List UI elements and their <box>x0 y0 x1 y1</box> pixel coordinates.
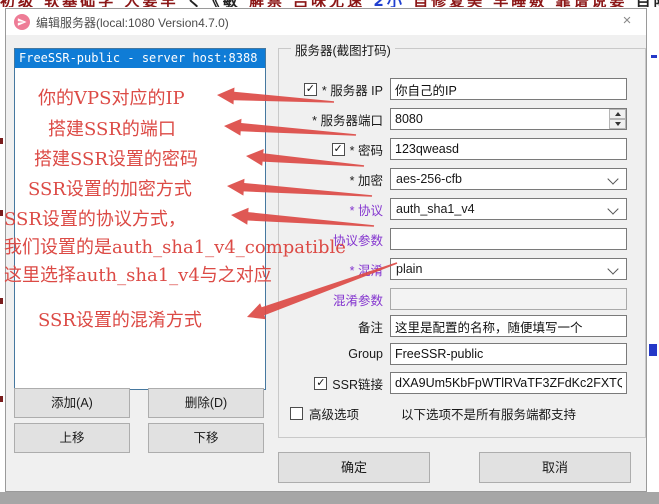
advanced-hint: 以下选项不是所有服务端都支持 <box>401 404 576 423</box>
server-port-label: * 服务器端口 <box>278 110 383 129</box>
background-window-text: 初级 软基础学 人要早 く《敏 解禁 吕味尤速 2小 自修复美 早睡敷 靠谱说要… <box>0 0 659 7</box>
remarks-input[interactable] <box>390 315 627 337</box>
ok-button[interactable]: 确定 <box>278 452 430 483</box>
annotation-protocol-3: 这里选择auth_sha1_v4与之对应 <box>4 261 272 287</box>
server-list-item-selected[interactable]: FreeSSR-public - server host:8388 <box>15 49 265 68</box>
ssr-link-input[interactable] <box>390 372 627 394</box>
password-input[interactable] <box>390 138 627 160</box>
garbled-text: 2小 <box>373 0 404 7</box>
row-group: Group <box>278 343 627 365</box>
row-method: * 加密 aes-256-cfb <box>278 168 627 190</box>
server-port-input[interactable] <box>390 108 627 130</box>
background-artifact <box>0 138 3 144</box>
protocol-select[interactable]: auth_sha1_v4 <box>390 198 627 220</box>
server-port-stepper <box>390 108 627 130</box>
background-artifact <box>0 210 3 216</box>
paper-plane-icon <box>14 14 30 30</box>
method-select[interactable]: aes-256-cfb <box>390 168 627 190</box>
delete-button[interactable]: 删除(D) <box>148 388 264 418</box>
annotation-ip: 你的VPS对应的IP <box>38 84 185 110</box>
garbled-text: 自修复美 早睡敷 靠谱说要 <box>413 0 627 7</box>
title-bar: 编辑服务器(local:1080 Version4.7.0) × <box>6 9 646 35</box>
server-ip-checkbox[interactable]: ✓ <box>304 83 317 96</box>
obfs-param-input[interactable] <box>390 288 627 310</box>
advanced-checkbox[interactable] <box>290 407 303 420</box>
remarks-label: 备注 <box>278 317 383 336</box>
password-label: ✓ * 密码 <box>278 140 383 159</box>
annotation-protocol-2: 我们设置的是auth_sha1_v4_compatible <box>4 233 346 259</box>
close-icon[interactable]: × <box>616 11 638 31</box>
obfs-select[interactable]: plain <box>390 258 627 280</box>
background-artifact <box>0 298 3 304</box>
add-button[interactable]: 添加(A) <box>14 388 130 418</box>
annotation-method: SSR设置的加密方式 <box>28 175 192 201</box>
protocol-label: * 协议 <box>278 200 383 219</box>
garbled-text: く《敏 <box>187 0 241 7</box>
move-up-button[interactable]: 上移 <box>14 423 130 453</box>
ssr-link-label: ✓ SSR链接 <box>278 374 383 393</box>
window-title: 编辑服务器(local:1080 Version4.7.0) <box>36 14 229 31</box>
ssr-link-checkbox[interactable]: ✓ <box>314 377 327 390</box>
annotation-password: 搭建SSR设置的密码 <box>34 145 198 171</box>
group-input[interactable] <box>390 343 627 365</box>
spin-up-icon[interactable] <box>609 109 626 119</box>
garbled-text: 初级 软基础学 人要早 <box>0 0 178 7</box>
background-strip <box>0 492 659 504</box>
garbled-text: 解禁 吕味尤速 <box>249 0 365 7</box>
obfs-label: * 混淆 <box>278 260 383 279</box>
background-artifact <box>649 344 657 356</box>
chevron-down-icon <box>607 263 618 274</box>
row-password: ✓ * 密码 <box>278 138 627 160</box>
row-obfs-param: 混淆参数 <box>278 288 627 310</box>
obfs-param-label: 混淆参数 <box>278 290 383 309</box>
method-label: * 加密 <box>278 170 383 189</box>
row-protocol: * 协议 auth_sha1_v4 <box>278 198 627 220</box>
protocol-param-input[interactable] <box>390 228 627 250</box>
screen: { "window": { "title": "编辑服务器(local:1080… <box>0 0 659 504</box>
row-remarks: 备注 <box>278 315 627 337</box>
password-checkbox[interactable]: ✓ <box>332 143 345 156</box>
annotation-protocol-1: SSR设置的协议方式， <box>4 205 186 231</box>
server-ip-input[interactable] <box>390 78 627 100</box>
server-ip-label: ✓ * 服务器 IP <box>278 80 383 99</box>
chevron-down-icon <box>607 203 618 214</box>
spin-down-icon[interactable] <box>609 119 626 129</box>
background-artifact <box>0 396 3 402</box>
garbled-text: 目障连乒 <box>636 0 659 7</box>
row-advanced: 高级选项 以下选项不是所有服务端都支持 <box>290 402 576 424</box>
row-server-port: * 服务器端口 <box>278 108 627 130</box>
background-artifact <box>651 55 657 58</box>
chevron-down-icon <box>607 173 618 184</box>
row-server-ip: ✓ * 服务器 IP <box>278 78 627 100</box>
row-obfs: * 混淆 plain <box>278 258 627 280</box>
annotation-port: 搭建SSR的端口 <box>48 115 176 141</box>
annotation-obfs: SSR设置的混淆方式 <box>38 306 202 332</box>
row-ssr-link: ✓ SSR链接 <box>278 372 627 394</box>
group-label: Group <box>278 347 383 361</box>
groupbox-title: 服务器(截图打码) <box>291 40 395 59</box>
move-down-button[interactable]: 下移 <box>148 423 264 453</box>
cancel-button[interactable]: 取消 <box>479 452 631 483</box>
advanced-label: 高级选项 <box>309 404 359 423</box>
